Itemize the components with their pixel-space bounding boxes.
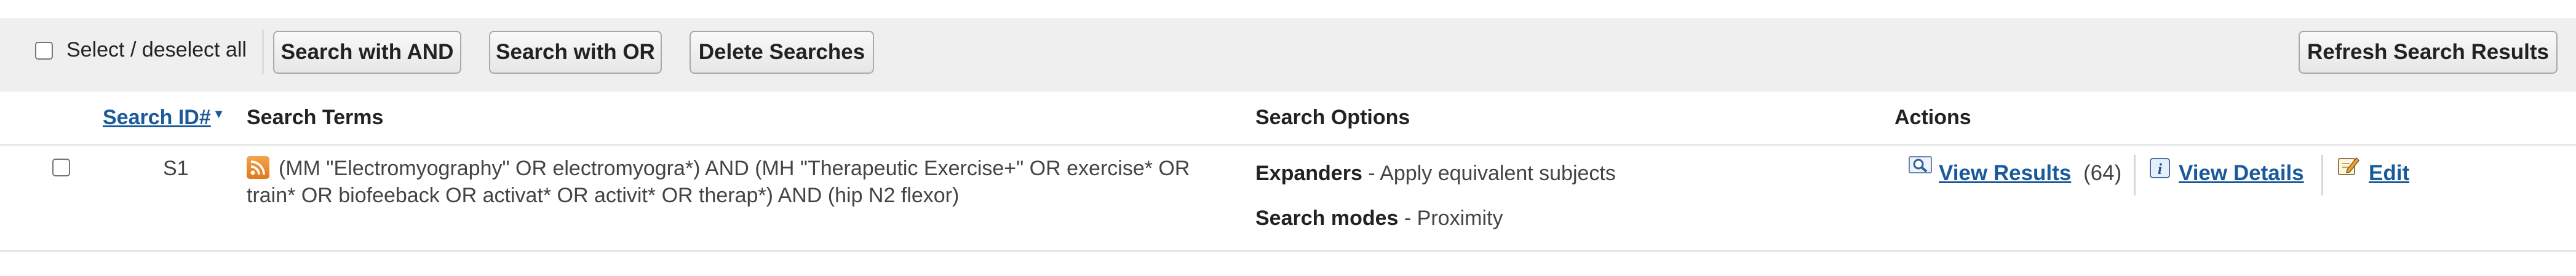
view-results-icon[interactable] (1909, 156, 1932, 177)
expanders-value: - Apply equivalent subjects (1362, 162, 1616, 185)
view-results-link[interactable]: View Results (1939, 161, 2071, 186)
expanders-label: Expanders (1255, 162, 1362, 185)
header-actions: Actions (1894, 106, 1971, 129)
edit-icon[interactable] (2337, 155, 2359, 177)
row-select-checkbox[interactable] (52, 159, 70, 176)
delete-searches-button[interactable]: Delete Searches (690, 31, 874, 74)
view-details-link[interactable]: View Details (2179, 161, 2304, 186)
info-icon[interactable]: i (2150, 158, 2170, 178)
search-terms-text: (MM "Electromyography" OR electromyogra*… (247, 155, 1237, 209)
search-with-and-button[interactable]: Search with AND (273, 31, 461, 74)
toolbar-divider (262, 30, 264, 74)
header-divider (0, 144, 2576, 146)
select-all-checkbox[interactable] (35, 42, 53, 60)
search-terms: (MM "Electromyography" OR electromyogra*… (247, 157, 1190, 207)
refresh-search-results-button[interactable]: Refresh Search Results (2299, 31, 2558, 74)
result-count: (64) (2083, 161, 2122, 185)
action-divider (2321, 155, 2323, 195)
sort-descending-icon: ▼ (212, 108, 225, 121)
header-search-terms: Search Terms (247, 106, 384, 129)
select-all-label[interactable]: Select / deselect all (66, 38, 247, 62)
edit-link[interactable]: Edit (2369, 161, 2409, 186)
search-with-or-button[interactable]: Search with OR (489, 31, 662, 74)
search-modes-option: Search modes - Proximity (1255, 207, 1503, 231)
action-divider (2134, 155, 2136, 195)
expanders-option: Expanders - Apply equivalent subjects (1255, 162, 1616, 186)
header-search-id[interactable]: Search ID# ▼ (103, 106, 225, 130)
rss-feed-icon[interactable] (247, 156, 269, 179)
search-modes-label: Search modes (1255, 207, 1399, 230)
search-id: S1 (163, 157, 189, 180)
header-search-options: Search Options (1255, 106, 1410, 129)
search-modes-value: - Proximity (1398, 207, 1503, 230)
svg-text:i: i (2158, 161, 2162, 178)
row-divider (0, 250, 2576, 252)
search-id-sort-link[interactable]: Search ID# (103, 106, 211, 129)
